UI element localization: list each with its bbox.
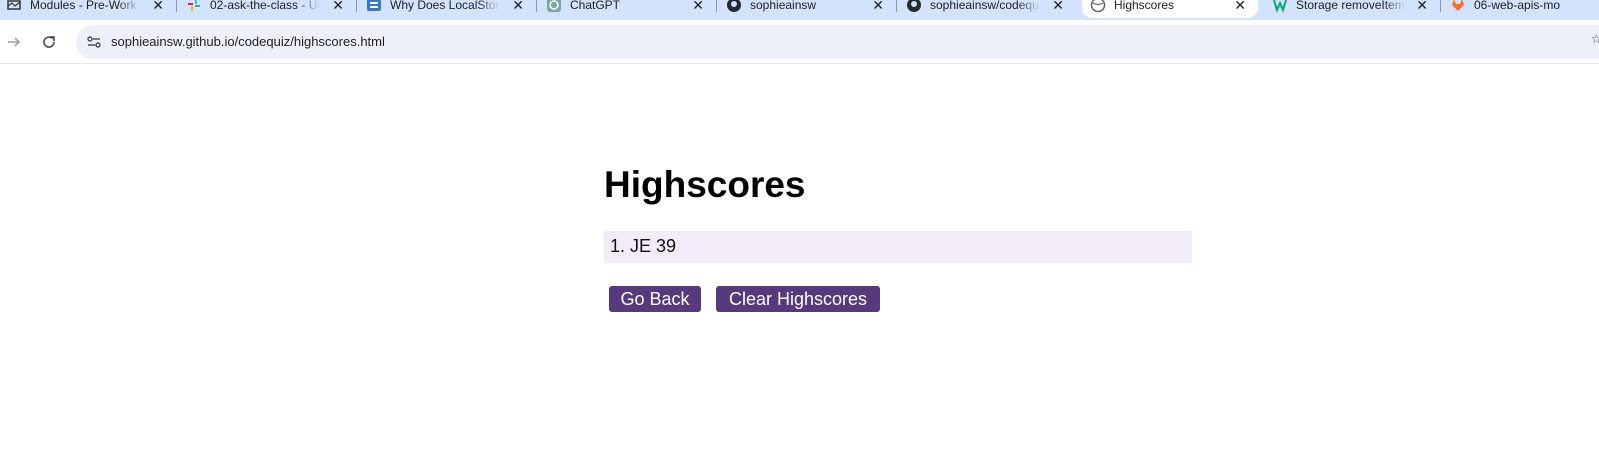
reload-button[interactable] [35,28,63,56]
list-item: 1. JE 39 [604,231,1192,263]
tab-github-repo[interactable]: sophieainsw/codequ ✕ [900,0,1076,18]
tab-title: ChatGPT [570,0,621,12]
close-icon[interactable]: ✕ [872,0,884,12]
tab-title: Modules - Pre-Work: [30,0,140,12]
tab-title: Storage removeItem( [1296,0,1406,12]
close-icon[interactable]: ✕ [692,0,704,12]
tab-title: Why Does LocalStora [390,0,500,12]
tab-title: sophieainsw/codequ [930,0,1039,12]
clear-highscores-button[interactable]: Clear Highscores [716,286,880,312]
arrow-right-icon [8,37,21,47]
close-icon[interactable]: ✕ [332,0,344,12]
go-back-button[interactable]: Go Back [609,286,701,312]
github-icon [726,0,742,13]
close-icon[interactable]: ✕ [1052,0,1064,12]
tab-localstorage-question[interactable]: Why Does LocalStora ✕ [360,0,536,18]
globe-icon [1090,0,1106,13]
close-icon[interactable]: ✕ [1234,0,1246,12]
page-title: Highscores [604,164,806,205]
chatgpt-icon [546,0,562,13]
close-icon[interactable]: ✕ [152,0,164,12]
gitlab-icon [1450,0,1466,13]
url-text: sophieainsw.github.io/codequiz/highscore… [111,34,385,49]
slack-icon [186,0,202,13]
tab-title: sophieainsw [750,0,817,12]
tab-strip: Modules - Pre-Work: ✕ 02-ask-the-class -… [0,0,1599,20]
close-icon[interactable]: ✕ [512,0,524,12]
address-bar[interactable]: sophieainsw.github.io/codequiz/highscore… [76,25,1599,59]
tab-storage-removeitem[interactable]: Storage removeItem( ✕ [1264,0,1440,18]
reload-icon [43,36,55,48]
close-icon[interactable]: ✕ [1416,0,1428,12]
forward-button[interactable] [0,28,28,56]
w3schools-icon [1272,0,1288,13]
canvas-icon [6,0,22,13]
tab-title: Highscores [1114,0,1175,12]
github-icon [906,0,922,13]
tab-github-profile[interactable]: sophieainsw ✕ [720,0,896,18]
tab-chatgpt[interactable]: ChatGPT ✕ [540,0,716,18]
site-info-icon[interactable] [84,32,104,52]
browser-toolbar: sophieainsw.github.io/codequiz/highscore… [0,20,1599,64]
tab-ask-the-class[interactable]: 02-ask-the-class - UC ✕ [180,0,356,18]
tab-web-apis[interactable]: 06-web-apis-mo [1444,0,1599,18]
highscores-list: 1. JE 39 [604,231,1192,263]
tab-highscores[interactable]: Highscores ✕ [1082,0,1258,18]
stackexchange-icon [366,0,382,13]
tab-title: 06-web-apis-mo [1474,0,1561,12]
tab-modules[interactable]: Modules - Pre-Work: ✕ [0,0,176,18]
tab-title: 02-ask-the-class - UC [210,0,320,12]
bookmark-star-icon[interactable]: ☆ [1591,32,1599,50]
